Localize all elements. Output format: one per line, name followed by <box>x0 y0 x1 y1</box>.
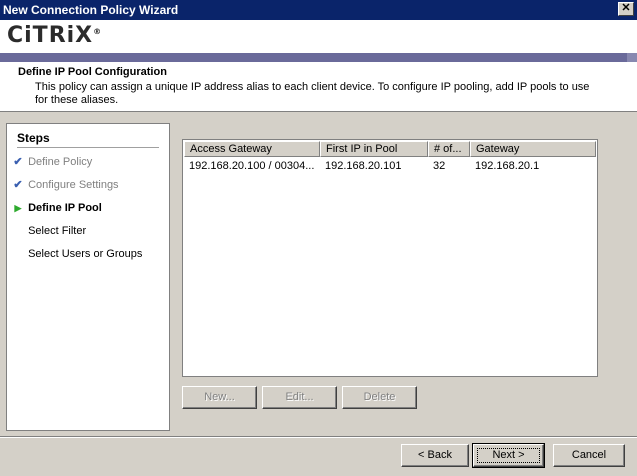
close-icon: ✕ <box>621 2 631 14</box>
page-title: Define IP Pool Configuration <box>18 66 167 78</box>
steps-panel: Steps ✔ Define Policy ✔ Configure Settin… <box>6 123 170 431</box>
step-define-policy: ✔ Define Policy <box>11 154 161 170</box>
footer-divider <box>0 436 637 438</box>
list-header: Access Gateway First IP in Pool # of... … <box>184 141 596 157</box>
checkmark-icon: ✔ <box>13 179 23 191</box>
table-row[interactable]: 192.168.20.100 / 00304... 192.168.20.101… <box>184 158 596 174</box>
step-select-users-or-groups: Select Users or Groups <box>11 246 161 262</box>
cell-count: 32 <box>433 160 446 172</box>
step-label: Select Filter <box>28 225 87 237</box>
logo-text: CiTRiX <box>7 23 94 48</box>
cell-first-ip: 192.168.20.101 <box>325 160 402 172</box>
wizard-header: CiTRiX® Define IP Pool Configuration Thi… <box>0 20 637 112</box>
step-label: Configure Settings <box>28 179 119 191</box>
cancel-button[interactable]: Cancel <box>553 444 625 467</box>
current-step-arrow-icon: ▶ <box>14 203 22 213</box>
step-label: Define IP Pool <box>28 202 102 214</box>
step-label: Select Users or Groups <box>28 248 143 260</box>
steps-title: Steps <box>17 131 50 145</box>
back-button[interactable]: < Back <box>401 444 469 467</box>
brand-bar <box>0 53 637 62</box>
cell-gateway: 192.168.20.1 <box>475 160 540 172</box>
column-header-gateway[interactable]: Gateway <box>470 141 596 157</box>
step-label: Define Policy <box>28 156 93 168</box>
column-header-first-ip[interactable]: First IP in Pool <box>320 141 428 157</box>
logo-registered-mark: ® <box>93 27 103 36</box>
next-button[interactable]: Next > <box>472 443 545 468</box>
edit-pool-button[interactable]: Edit... <box>262 386 337 409</box>
delete-pool-button[interactable]: Delete <box>342 386 417 409</box>
steps-divider <box>17 147 159 148</box>
title-bar: New Connection Policy Wizard ✕ <box>0 0 637 20</box>
cell-access-gateway: 192.168.20.100 / 00304... <box>189 160 315 172</box>
focus-rectangle <box>477 448 540 463</box>
checkmark-icon: ✔ <box>13 156 23 168</box>
page-description: This policy can assign a unique IP addre… <box>35 81 590 106</box>
step-configure-settings: ✔ Configure Settings <box>11 177 161 193</box>
window-title: New Connection Policy Wizard <box>3 3 179 17</box>
step-define-ip-pool: ▶ Define IP Pool <box>11 200 161 216</box>
step-select-filter: Select Filter <box>11 223 161 239</box>
column-header-access-gateway[interactable]: Access Gateway <box>184 141 320 157</box>
ip-pool-list[interactable]: Access Gateway First IP in Pool # of... … <box>182 139 598 377</box>
new-pool-button[interactable]: New... <box>182 386 257 409</box>
close-button[interactable]: ✕ <box>618 2 634 16</box>
column-header-count[interactable]: # of... <box>428 141 470 157</box>
citrix-logo: CiTRiX® <box>7 23 102 48</box>
